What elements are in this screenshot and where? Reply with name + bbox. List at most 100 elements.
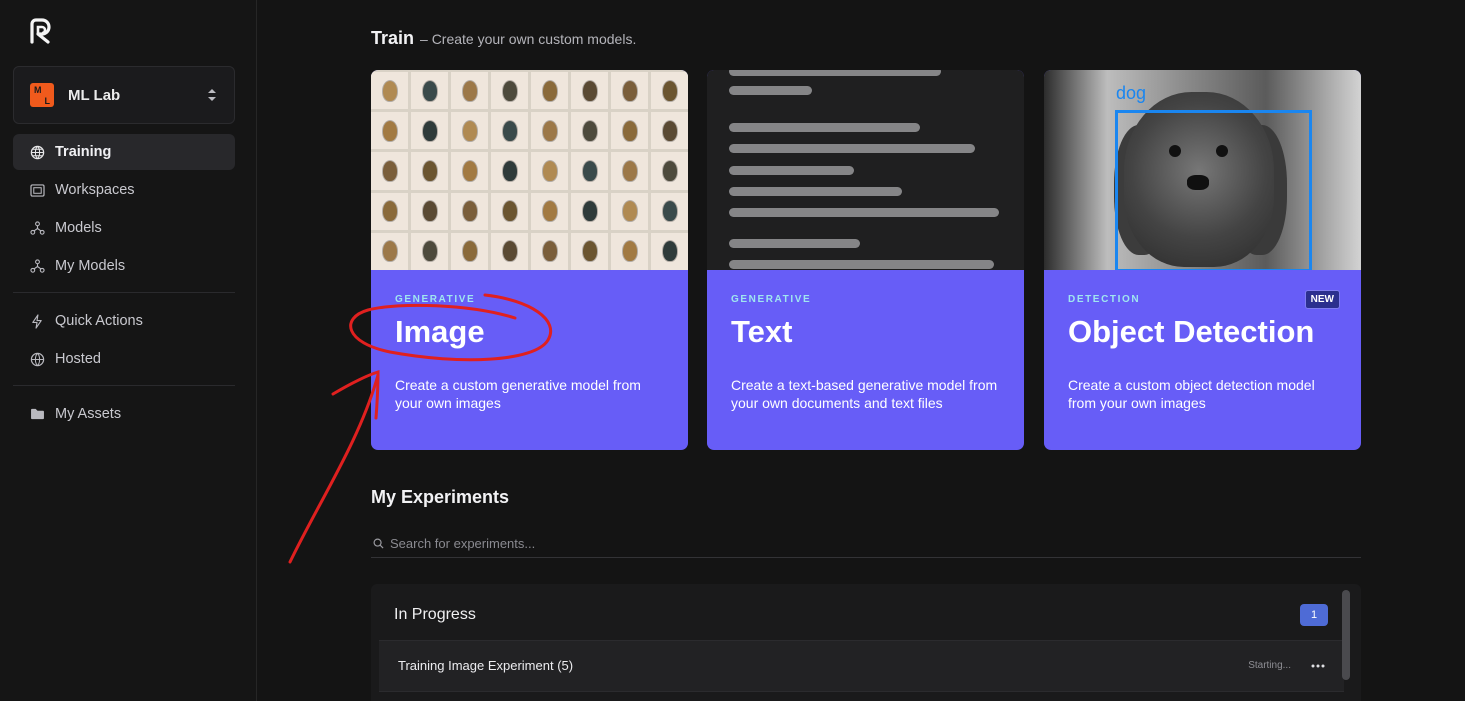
card-title: Text [731, 314, 793, 349]
sidebar-item-hosted[interactable]: Hosted [13, 341, 235, 377]
card-description: Create a custom generative model from yo… [395, 377, 641, 411]
sidebar-item-my-models[interactable]: My Models [13, 248, 235, 284]
card-text[interactable]: GENERATIVE Text Create a text-based gene… [707, 70, 1024, 450]
card-thumbnail: dog [1044, 70, 1361, 270]
detection-bounding-box [1115, 110, 1312, 270]
page-subtitle: – Create your own custom models. [420, 31, 637, 47]
text-line [729, 123, 920, 132]
beetle-specimen [651, 192, 688, 230]
card-description: Create a text-based generative model fro… [731, 377, 998, 411]
train-header: Train – Create your own custom models. [371, 28, 636, 49]
beetle-specimen [491, 232, 528, 270]
more-options-button[interactable] [1307, 655, 1329, 675]
beetle-specimen [411, 152, 448, 190]
text-line [729, 187, 902, 196]
card-object-detection[interactable]: dog DETECTION NEW Object Detection Creat… [1044, 70, 1361, 450]
beetle-grid-image [371, 70, 688, 270]
experiments-panel: In Progress 1 Training Image Experiment … [371, 584, 1361, 701]
beetle-specimen [451, 152, 488, 190]
sidebar: M L ML Lab Training Workspaces Models My… [0, 0, 257, 701]
sidebar-item-my-assets[interactable]: My Assets [13, 396, 235, 432]
workspace-avatar: M L [30, 83, 54, 107]
sidebar-item-training[interactable]: Training [13, 134, 235, 170]
sidebar-item-label: Models [55, 220, 102, 236]
nav-divider [13, 292, 235, 293]
card-thumbnail [371, 70, 688, 270]
text-line [729, 239, 860, 248]
ellipsis-icon [1311, 664, 1325, 668]
beetle-specimen [491, 192, 528, 230]
beetle-specimen [411, 112, 448, 150]
globe-icon [29, 351, 45, 367]
card-kicker: DETECTION [1068, 294, 1141, 305]
dog-photo-image: dog [1044, 70, 1361, 270]
beetle-specimen [371, 72, 408, 110]
card-body: DETECTION NEW Object Detection Create a … [1044, 270, 1361, 450]
beetle-specimen [411, 232, 448, 270]
text-line [729, 260, 994, 269]
search-icon [373, 538, 384, 549]
workspace-icon [29, 182, 45, 198]
chevron-up-down-icon [208, 89, 216, 101]
workspace-switcher[interactable]: M L ML Lab [13, 66, 235, 124]
beetle-specimen [611, 152, 648, 190]
beetle-specimen [451, 232, 488, 270]
beetle-specimen [531, 72, 568, 110]
beetle-specimen [371, 152, 408, 190]
beetle-specimen [531, 152, 568, 190]
beetle-specimen [411, 192, 448, 230]
beetle-specimen [531, 192, 568, 230]
beetle-specimen [371, 232, 408, 270]
my-models-icon [29, 258, 45, 274]
section-title: In Progress [394, 606, 476, 623]
sidebar-item-label: Training [55, 144, 112, 160]
sidebar-item-quick-actions[interactable]: Quick Actions [13, 303, 235, 339]
text-line [729, 70, 941, 76]
beetle-specimen [451, 192, 488, 230]
nav-primary: Training Workspaces Models My Models Qui… [13, 134, 235, 434]
beetle-specimen [651, 72, 688, 110]
experiment-name: Training Image Experiment (5) [398, 658, 574, 673]
card-title: Object Detection [1068, 314, 1315, 349]
beetle-specimen [491, 152, 528, 190]
card-body: GENERATIVE Text Create a text-based gene… [707, 270, 1024, 450]
sidebar-item-label: Hosted [55, 351, 101, 367]
beetle-specimen [611, 232, 648, 270]
text-line [729, 208, 999, 217]
workspace-avatar-top: M [34, 85, 42, 95]
globe-grid-icon [29, 144, 45, 160]
new-badge: NEW [1304, 290, 1340, 309]
beetle-specimen [611, 72, 648, 110]
app-root: M L ML Lab Training Workspaces Models My… [0, 0, 1465, 701]
workspace-name: ML Lab [68, 86, 121, 104]
beetle-specimen [531, 232, 568, 270]
beetle-specimen [571, 72, 608, 110]
text-lines-illustration [707, 70, 1024, 270]
beetle-specimen [651, 112, 688, 150]
beetle-specimen [651, 152, 688, 190]
nav-divider [13, 385, 235, 386]
sidebar-item-models[interactable]: Models [13, 210, 235, 246]
experiments-title: My Experiments [371, 487, 510, 507]
beetle-specimen [651, 232, 688, 270]
table-row[interactable]: Training Image Experiment (5) Starting..… [379, 640, 1344, 692]
text-line [729, 166, 854, 175]
detection-label: dog [1116, 83, 1147, 103]
panel-scrollbar[interactable] [1342, 590, 1350, 680]
count-badge: 1 [1300, 604, 1328, 626]
beetle-specimen [571, 192, 608, 230]
beetle-specimen [451, 112, 488, 150]
card-title: Image [395, 314, 485, 349]
beetle-specimen [411, 72, 448, 110]
sidebar-item-workspaces[interactable]: Workspaces [13, 172, 235, 208]
card-description: Create a custom object detection model f… [1068, 377, 1315, 411]
card-image[interactable]: GENERATIVE Image Create a custom generat… [371, 70, 688, 450]
text-line [729, 144, 975, 153]
beetle-specimen [611, 192, 648, 230]
lightning-icon [29, 313, 45, 329]
card-kicker: GENERATIVE [395, 294, 476, 305]
main-content: Train – Create your own custom models. G… [258, 0, 1465, 701]
beetle-specimen [371, 192, 408, 230]
search-input[interactable] [390, 535, 1290, 551]
app-logo-icon[interactable] [28, 18, 54, 44]
